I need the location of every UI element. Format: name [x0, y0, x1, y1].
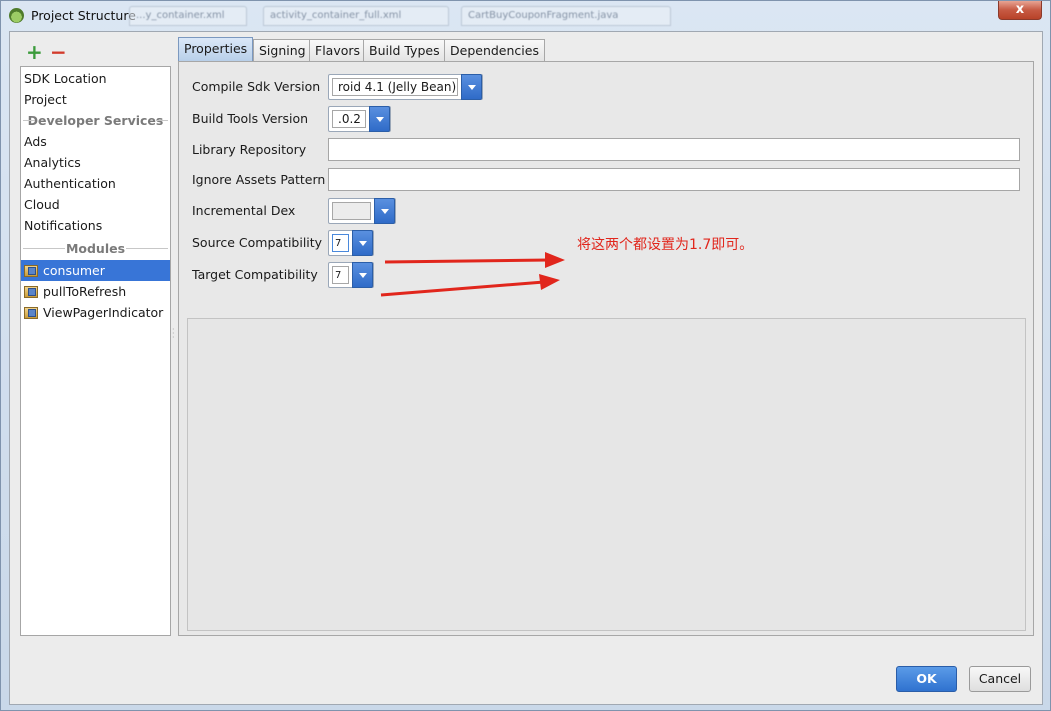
dialog-body: + − SDK Location Project Developer Servi… — [9, 31, 1043, 705]
tab-build-types[interactable]: Build Types — [363, 39, 446, 61]
sidebar-item-module-viewpagerindicator[interactable]: ViewPagerIndicator — [21, 302, 170, 323]
background-editor-tab: activity_container_full.xml — [263, 6, 449, 26]
annotation-note: 将这两个都设置为1.7即可。 — [577, 237, 754, 253]
compile-sdk-combo[interactable]: roid 4.1 (Jelly Bean) — [328, 74, 483, 100]
source-compat-combo[interactable]: 7 — [328, 230, 374, 256]
target-compat-value: 7 — [332, 266, 349, 284]
build-tools-label: Build Tools Version — [192, 111, 309, 126]
sidebar-item-project[interactable]: Project — [21, 89, 170, 110]
sidebar-item-module-pulltorefresh[interactable]: pullToRefresh — [21, 281, 170, 302]
remove-icon[interactable]: − — [50, 42, 67, 62]
chevron-down-icon[interactable] — [369, 106, 390, 132]
source-compat-label: Source Compatibility — [192, 235, 323, 250]
detail-panel — [187, 318, 1026, 631]
add-icon[interactable]: + — [26, 42, 43, 62]
incremental-dex-label: Incremental Dex — [192, 203, 296, 218]
build-tools-combo[interactable]: .0.2 — [328, 106, 391, 132]
module-label: consumer — [43, 263, 105, 278]
annotation-arrows — [380, 252, 565, 297]
window-title: Project Structure — [31, 8, 136, 23]
sidebar-item-ads[interactable]: Ads — [21, 131, 170, 152]
project-structure-window: Project Structure ...y_container.xml act… — [0, 0, 1051, 711]
chevron-down-icon[interactable] — [352, 230, 373, 256]
target-compat-label: Target Compatibility — [192, 267, 318, 282]
tab-dependencies[interactable]: Dependencies — [444, 39, 545, 61]
library-repository-field[interactable] — [328, 138, 1020, 161]
sidebar-item-cloud[interactable]: Cloud — [21, 194, 170, 215]
chevron-down-icon[interactable] — [352, 262, 373, 288]
module-folder-icon — [24, 265, 38, 277]
incremental-dex-combo[interactable] — [328, 198, 396, 224]
build-tools-value: .0.2 — [332, 110, 366, 128]
modules-header-label: Modules — [65, 241, 126, 256]
module-folder-icon — [24, 286, 38, 298]
sidebar-item-sdk-location[interactable]: SDK Location — [21, 68, 170, 89]
ignore-assets-field[interactable] — [328, 168, 1020, 191]
arrow-to-target — [380, 274, 560, 297]
background-editor-tab: CartBuyCouponFragment.java — [461, 6, 671, 26]
module-folder-icon — [24, 307, 38, 319]
compile-sdk-value: roid 4.1 (Jelly Bean) — [332, 78, 458, 96]
window-close-button[interactable]: x — [998, 1, 1042, 20]
chevron-down-icon[interactable] — [374, 198, 395, 224]
module-label: ViewPagerIndicator — [43, 305, 164, 320]
module-label: pullToRefresh — [43, 284, 127, 299]
sidebar-item-module-consumer[interactable]: consumer — [21, 260, 170, 281]
title-bar[interactable]: Project Structure ...y_container.xml act… — [1, 1, 1050, 31]
background-editor-tab: ...y_container.xml — [129, 6, 247, 26]
source-compat-value: 7 — [332, 234, 349, 252]
developer-services-header-label: Developer Services — [27, 113, 164, 128]
library-repository-label: Library Repository — [192, 142, 307, 157]
tab-flavors[interactable]: Flavors — [309, 39, 367, 61]
incremental-dex-value — [332, 202, 371, 220]
chevron-down-icon[interactable] — [461, 74, 482, 100]
sidebar-item-notifications[interactable]: Notifications — [21, 215, 170, 236]
splitter-handle[interactable]: · · · — [172, 326, 175, 342]
target-compat-combo[interactable]: 7 — [328, 262, 374, 288]
sidebar: SDK Location Project Developer Services … — [20, 66, 171, 636]
developer-services-header: Developer Services — [21, 110, 170, 131]
sidebar-item-analytics[interactable]: Analytics — [21, 152, 170, 173]
cancel-button[interactable]: Cancel — [969, 666, 1031, 692]
sidebar-item-authentication[interactable]: Authentication — [21, 173, 170, 194]
ok-button[interactable]: OK — [896, 666, 957, 692]
ignore-assets-label: Ignore Assets Pattern — [192, 172, 326, 187]
arrow-to-source — [384, 252, 565, 268]
tab-signing[interactable]: Signing — [253, 39, 312, 61]
properties-panel: Compile Sdk Version roid 4.1 (Jelly Bean… — [178, 61, 1034, 636]
compile-sdk-label: Compile Sdk Version — [192, 79, 321, 94]
tab-properties[interactable]: Properties — [178, 37, 254, 61]
modules-header: Modules — [21, 238, 170, 259]
android-studio-icon — [9, 8, 24, 23]
